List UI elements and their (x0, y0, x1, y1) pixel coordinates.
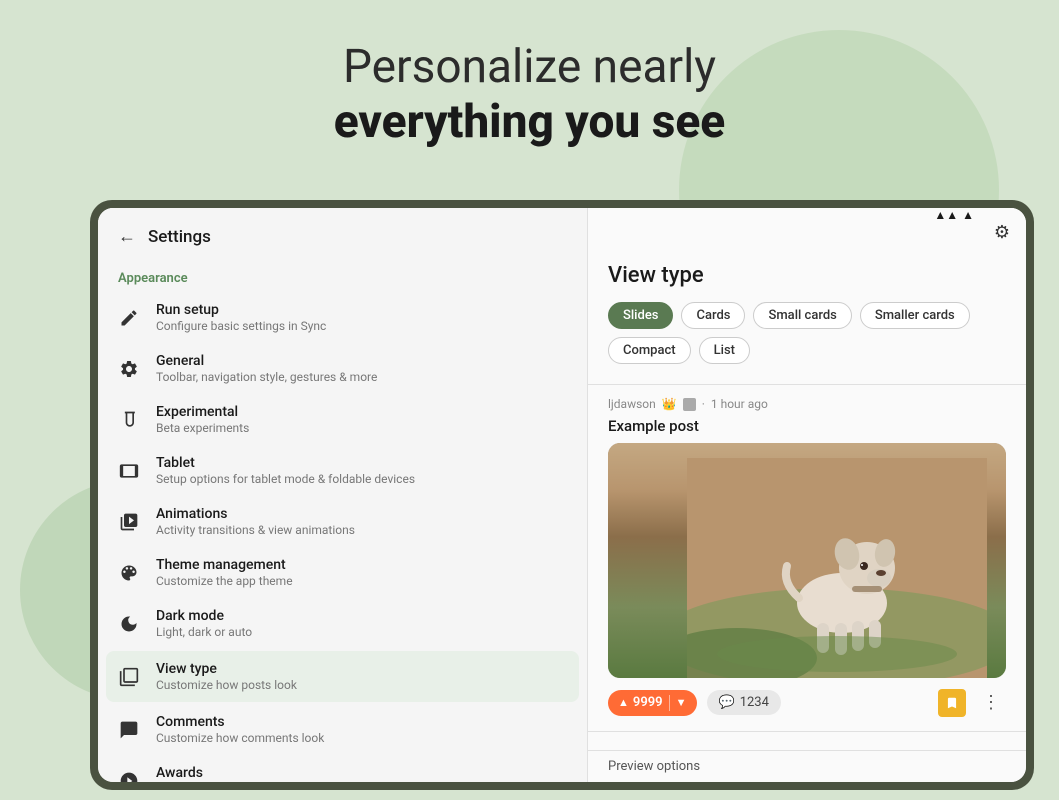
theme-management-desc: Customize the app theme (156, 574, 293, 588)
animation-icon (118, 511, 140, 533)
more-button[interactable]: ⋮ (976, 688, 1006, 717)
awards-title: Awards (156, 765, 338, 781)
settings-item-experimental[interactable]: Experimental Beta experiments (98, 394, 587, 445)
experimental-title: Experimental (156, 404, 249, 420)
post-username: ljdawson (608, 397, 656, 411)
flask-icon (118, 409, 140, 431)
post-meta: ljdawson 👑 · 1 hour ago (588, 389, 1026, 415)
palette-icon (118, 562, 140, 584)
animations-title: Animations (156, 506, 355, 522)
settings-header: ← Settings (98, 208, 587, 259)
chip-list[interactable]: List (699, 337, 750, 364)
settings-gear-icon[interactable]: ⚙ (994, 222, 1010, 243)
general-title: General (156, 353, 377, 369)
comments-desc: Customize how comments look (156, 731, 324, 745)
settings-item-awards[interactable]: Awards Customize how awards are shown (98, 755, 587, 782)
comments-title: Comments (156, 714, 324, 730)
signal-icon: ▲ (962, 208, 974, 222)
experimental-desc: Beta experiments (156, 421, 249, 435)
bookmark-button[interactable] (938, 689, 966, 717)
settings-item-view-type[interactable]: View type Customize how posts look (106, 651, 579, 702)
view-type-nav-desc: Customize how posts look (156, 678, 297, 692)
settings-list: Appearance Run setup Configure basic set… (98, 259, 587, 782)
animations-desc: Activity transitions & view animations (156, 523, 355, 537)
post-actions: ▲ 9999 ▼ 💬 1234 ⋮ (588, 678, 1026, 727)
section-label-appearance: Appearance (98, 259, 587, 292)
hero-line2: everything you see (0, 95, 1059, 150)
content-panel: ⚙ View type Slides Cards Small cards Sma… (588, 208, 1026, 782)
post-separator: · (702, 397, 705, 411)
vote-count: 9999 (633, 695, 663, 710)
run-setup-desc: Configure basic settings in Sync (156, 319, 326, 333)
run-setup-title: Run setup (156, 302, 326, 318)
comment-icon (118, 719, 140, 741)
downvote-arrow: ▼ (676, 696, 687, 709)
view-type-chips: Slides Cards Small cards Smaller cards C… (608, 302, 1006, 364)
viewtype-icon (118, 666, 140, 688)
device-frame: ▲▲ ▲ ← Settings Appearance Run setup Con… (90, 200, 1034, 790)
tablet-title: Tablet (156, 455, 415, 471)
dark-mode-title: Dark mode (156, 608, 252, 624)
mod-badge (683, 398, 696, 411)
divider-1 (588, 384, 1026, 385)
post-time: 1 hour ago (711, 397, 768, 411)
comment-count: 1234 (740, 695, 769, 710)
device-screen: ← Settings Appearance Run setup Configur… (98, 208, 1026, 782)
tablet-desc: Setup options for tablet mode & foldable… (156, 472, 415, 486)
gear-icon (118, 358, 140, 380)
settings-item-tablet-text: Tablet Setup options for tablet mode & f… (156, 455, 415, 486)
settings-item-dark-mode-text: Dark mode Light, dark or auto (156, 608, 252, 639)
vote-divider (669, 695, 670, 711)
dog-photo (608, 443, 1006, 678)
settings-panel: ← Settings Appearance Run setup Configur… (98, 208, 588, 782)
upvote-arrow: ▲ (618, 696, 629, 709)
settings-item-awards-text: Awards Customize how awards are shown (156, 765, 338, 782)
chip-compact[interactable]: Compact (608, 337, 691, 364)
chip-cards[interactable]: Cards (681, 302, 745, 329)
settings-item-theme-management[interactable]: Theme management Customize the app theme (98, 547, 587, 598)
theme-management-title: Theme management (156, 557, 293, 573)
moon-icon (118, 613, 140, 635)
dark-mode-desc: Light, dark or auto (156, 625, 252, 639)
preview-options-label: Preview options (608, 759, 700, 774)
settings-item-comments[interactable]: Comments Customize how comments look (98, 704, 587, 755)
wifi-icon: ▲▲ (934, 208, 958, 222)
settings-item-run-setup[interactable]: Run setup Configure basic settings in Sy… (98, 292, 587, 343)
hero-section: Personalize nearly everything you see (0, 40, 1059, 150)
crown-badge: 👑 (662, 397, 677, 411)
settings-item-comments-text: Comments Customize how comments look (156, 714, 324, 745)
view-type-nav-title: View type (156, 661, 297, 677)
settings-item-run-setup-text: Run setup Configure basic settings in Sy… (156, 302, 326, 333)
status-bar: ▲▲ ▲ (934, 208, 974, 222)
settings-item-experimental-text: Experimental Beta experiments (156, 404, 249, 435)
chip-small-cards[interactable]: Small cards (753, 302, 851, 329)
settings-item-animations[interactable]: Animations Activity transitions & view a… (98, 496, 587, 547)
settings-item-tablet[interactable]: Tablet Setup options for tablet mode & f… (98, 445, 587, 496)
back-button[interactable]: ← (118, 226, 136, 247)
view-type-heading: View type (608, 263, 1006, 288)
tablet-icon (118, 460, 140, 482)
view-type-section: View type Slides Cards Small cards Small… (588, 253, 1026, 380)
award-icon (118, 770, 140, 783)
settings-item-general-text: General Toolbar, navigation style, gestu… (156, 353, 377, 384)
divider-2 (588, 731, 1026, 732)
preview-options-bar: Preview options (588, 750, 1026, 782)
settings-item-general[interactable]: General Toolbar, navigation style, gestu… (98, 343, 587, 394)
settings-item-view-type-text: View type Customize how posts look (156, 661, 297, 692)
settings-item-dark-mode[interactable]: Dark mode Light, dark or auto (98, 598, 587, 649)
wrench-icon (118, 307, 140, 329)
post-image (608, 443, 1006, 678)
post-title: Example post (588, 415, 1026, 443)
comment-icon-btn: 💬 (719, 695, 735, 710)
hero-line1: Personalize nearly (0, 40, 1059, 95)
chip-slides[interactable]: Slides (608, 302, 673, 329)
vote-button[interactable]: ▲ 9999 ▼ (608, 690, 697, 716)
comment-button[interactable]: 💬 1234 (707, 690, 781, 715)
settings-item-theme-management-text: Theme management Customize the app theme (156, 557, 293, 588)
general-desc: Toolbar, navigation style, gestures & mo… (156, 370, 377, 384)
settings-item-animations-text: Animations Activity transitions & view a… (156, 506, 355, 537)
chip-smaller-cards[interactable]: Smaller cards (860, 302, 970, 329)
settings-title: Settings (148, 227, 211, 247)
